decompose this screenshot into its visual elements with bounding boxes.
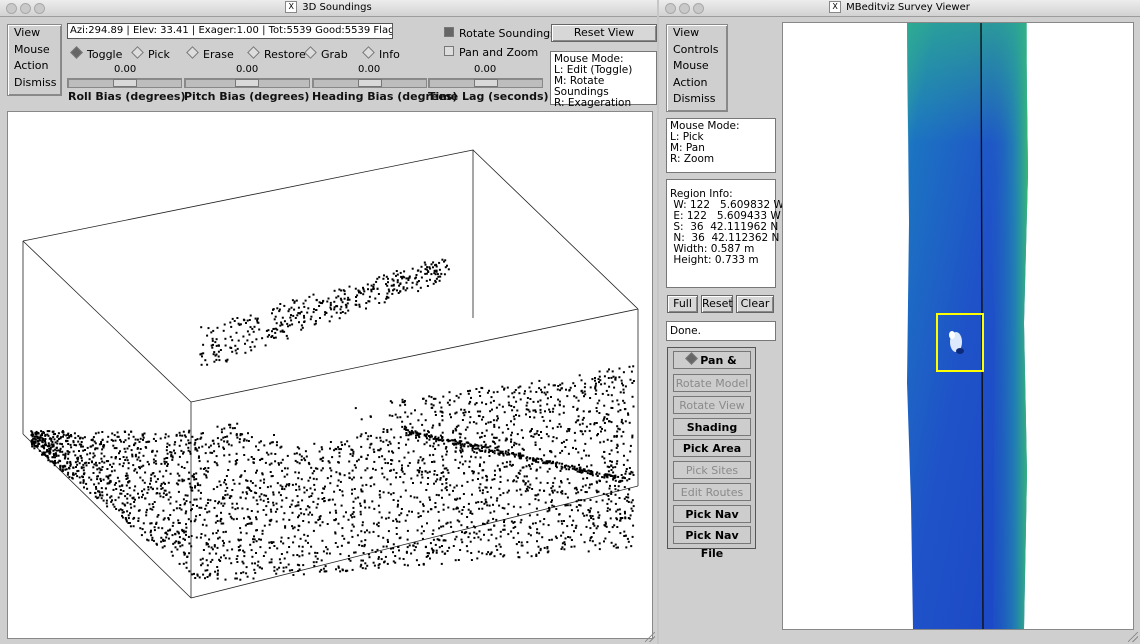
menu-action[interactable]: Action bbox=[8, 58, 61, 75]
window-title: 3D Soundings bbox=[302, 2, 372, 13]
resize-grip-icon[interactable] bbox=[645, 632, 655, 642]
tool-rotate-model[interactable]: Rotate Model bbox=[673, 374, 751, 392]
x-logo-icon: X bbox=[829, 1, 842, 13]
reset-button[interactable]: Reset bbox=[701, 295, 733, 313]
mode-restore[interactable]: Restore bbox=[247, 46, 306, 61]
survey-map-view[interactable] bbox=[782, 22, 1134, 630]
radio-off-icon bbox=[304, 46, 317, 59]
roll-bias-slider[interactable] bbox=[67, 78, 182, 88]
clear-button[interactable]: Clear bbox=[736, 295, 774, 313]
pitch-bias-slider[interactable] bbox=[184, 78, 310, 88]
time-lag-label: Time Lag (seconds) bbox=[428, 90, 549, 103]
resize-grip-icon[interactable] bbox=[1128, 632, 1138, 642]
mode-pick[interactable]: Pick bbox=[131, 46, 170, 61]
menu-dismiss[interactable]: Dismiss bbox=[667, 91, 727, 108]
roll-bias-value: 0.00 bbox=[114, 64, 137, 75]
tool-pick-nav-file[interactable]: Pick Nav File bbox=[673, 526, 751, 560]
survey-menu: View Controls Mouse Action Dismiss bbox=[666, 24, 728, 112]
radio-off-icon bbox=[186, 46, 199, 59]
soundings-window: X 3D Soundings View Mouse Action Dismiss … bbox=[0, 0, 657, 644]
radio-on-icon bbox=[70, 46, 83, 59]
soundings-points bbox=[30, 258, 635, 581]
slider-thumb[interactable] bbox=[358, 79, 382, 87]
survey-status: Done. bbox=[666, 321, 776, 341]
mode-toggle[interactable]: Toggle bbox=[70, 46, 122, 61]
tool-pick-sites[interactable]: Pick Sites bbox=[673, 461, 751, 479]
tool-pick-nav[interactable]: Pick Nav bbox=[673, 505, 751, 523]
region-info: Region Info: W: 122 5.609832 W E: 122 5.… bbox=[666, 179, 784, 288]
tool-pick-area[interactable]: Pick Area bbox=[673, 439, 751, 457]
heading-bias-value: 0.00 bbox=[358, 64, 381, 75]
survey-titlebar[interactable]: X MBeditviz Survey Viewer bbox=[659, 0, 1140, 17]
soundings-menu: View Mouse Action Dismiss bbox=[7, 24, 62, 96]
menu-view[interactable]: View bbox=[8, 25, 61, 42]
soundings-titlebar[interactable]: X 3D Soundings bbox=[0, 0, 657, 17]
tool-edit-routes[interactable]: Edit Routes bbox=[673, 483, 751, 501]
soundings-3d-view[interactable] bbox=[7, 111, 653, 639]
soundings-mouse-mode: Mouse Mode: L: Edit (Toggle) M: Rotate S… bbox=[550, 51, 657, 109]
slider-thumb[interactable] bbox=[113, 79, 137, 87]
checkbox-icon bbox=[444, 46, 454, 56]
pitch-bias-value: 0.00 bbox=[236, 64, 259, 75]
point-cloud-canvas[interactable] bbox=[8, 112, 652, 638]
menu-mouse[interactable]: Mouse bbox=[667, 58, 727, 75]
menu-action[interactable]: Action bbox=[667, 75, 727, 92]
bounding-box bbox=[22, 149, 639, 599]
tool-pan-zoom[interactable]: Pan & Zoom bbox=[673, 351, 751, 385]
heading-bias-slider[interactable] bbox=[312, 78, 427, 88]
tool-rotate-view[interactable]: Rotate View bbox=[673, 396, 751, 414]
slider-thumb[interactable] bbox=[474, 79, 498, 87]
mode-grab[interactable]: Grab bbox=[304, 46, 348, 61]
radio-off-icon bbox=[362, 46, 375, 59]
full-button[interactable]: Full bbox=[667, 295, 698, 313]
menu-dismiss[interactable]: Dismiss bbox=[8, 75, 61, 92]
swath-canvas[interactable] bbox=[783, 23, 1133, 629]
x-logo-icon: X bbox=[285, 1, 298, 13]
soundings-status: Azi:294.89 | Elev: 33.41 | Exager:1.00 |… bbox=[67, 23, 393, 39]
window-title: MBeditviz Survey Viewer bbox=[846, 2, 970, 13]
slider-thumb[interactable] bbox=[235, 79, 259, 87]
menu-controls[interactable]: Controls bbox=[667, 42, 727, 59]
tool-panel: Pan & Zoom Rotate Model Rotate View Shad… bbox=[667, 347, 756, 560]
window-controls[interactable] bbox=[6, 3, 48, 20]
tool-shading[interactable]: Shading bbox=[673, 418, 751, 436]
survey-swath bbox=[907, 23, 1028, 629]
survey-viewer-window: X MBeditviz Survey Viewer View Controls M… bbox=[659, 0, 1140, 644]
radio-on-icon bbox=[685, 352, 699, 365]
time-lag-value: 0.00 bbox=[474, 64, 497, 75]
menu-mouse[interactable]: Mouse bbox=[8, 42, 61, 59]
rotate-soundings-check[interactable]: Rotate Soundings bbox=[444, 27, 556, 40]
pitch-bias-label: Pitch Bias (degrees) bbox=[184, 90, 310, 103]
menu-view[interactable]: View bbox=[667, 25, 727, 42]
radio-off-icon bbox=[131, 46, 144, 59]
roll-bias-label: Roll Bias (degrees) bbox=[68, 90, 186, 103]
pan-zoom-check[interactable]: Pan and Zoom bbox=[444, 46, 538, 59]
reset-view-button[interactable]: Reset View bbox=[551, 24, 657, 42]
checkbox-icon bbox=[444, 27, 454, 37]
radio-off-icon bbox=[247, 46, 260, 59]
time-lag-slider[interactable] bbox=[428, 78, 543, 88]
mode-erase[interactable]: Erase bbox=[186, 46, 234, 61]
survey-mouse-mode: Mouse Mode: L: Pick M: Pan R: Zoom bbox=[666, 118, 776, 173]
window-controls[interactable] bbox=[665, 3, 707, 20]
mode-info[interactable]: Info bbox=[362, 46, 400, 61]
